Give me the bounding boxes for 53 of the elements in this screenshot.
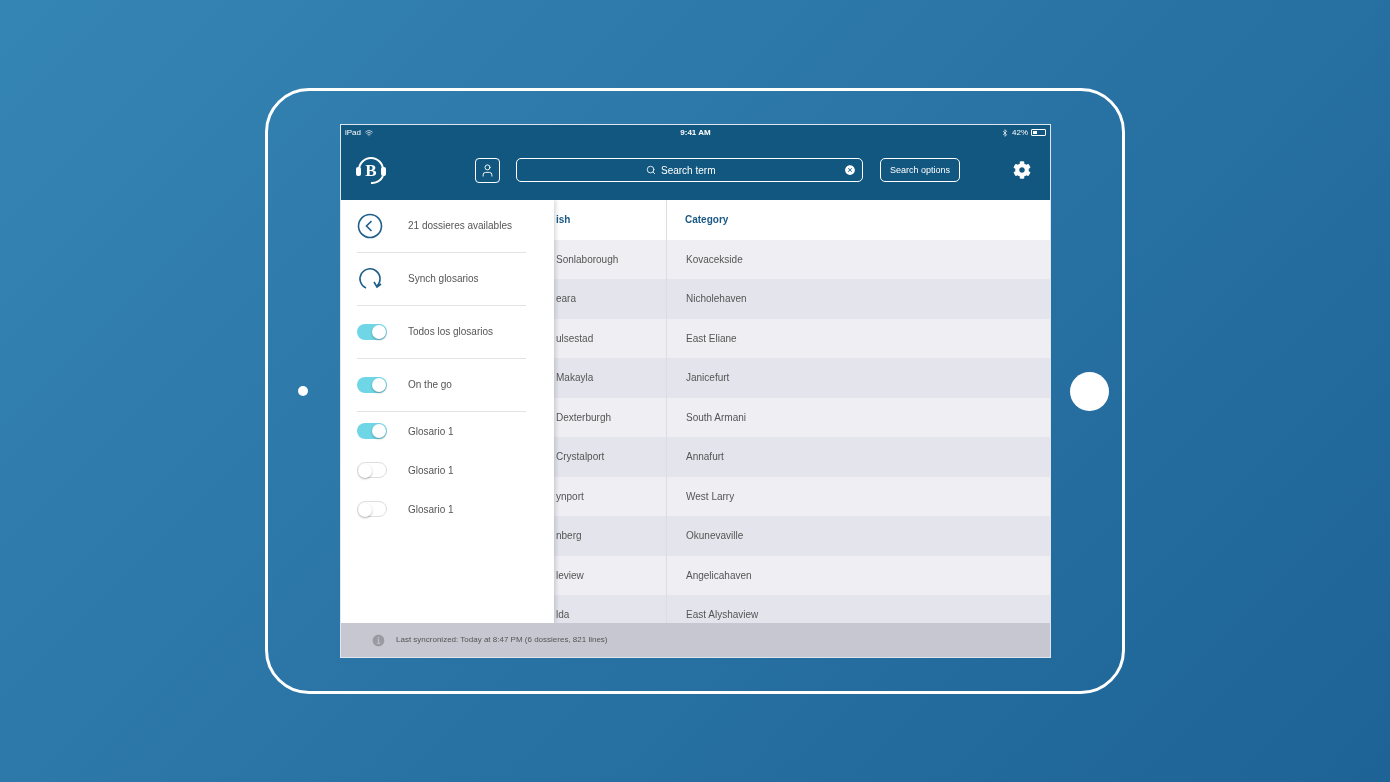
sync-status: Last syncronized: Today at 8:47 PM (6 dossieres, 821 lines)	[396, 634, 608, 647]
table-cell-text: eara	[556, 292, 576, 307]
table-cell-text: Angelicahaven	[686, 568, 752, 583]
toggle-switch[interactable]	[357, 501, 387, 518]
user-icon	[480, 162, 495, 178]
carrier-label: iPad	[345, 126, 361, 139]
toggle-switch[interactable]	[357, 376, 387, 393]
table-cell-text: South Armani	[686, 410, 747, 425]
menu-label[interactable]: Glosario 1	[408, 462, 454, 478]
search-input[interactable]: Search term	[661, 162, 721, 178]
home-button[interactable]	[1070, 371, 1109, 411]
table-cell-text: West Larry	[686, 489, 735, 504]
table-cell-text: East Alyshaview	[686, 608, 759, 623]
table-cell-text: Okunevaville	[686, 529, 744, 544]
menu-label[interactable]: On the go	[408, 377, 452, 393]
column-header: ish	[555, 213, 572, 228]
table-cell-text: ulsestad	[556, 331, 594, 346]
table-cell-text: lda	[556, 608, 570, 623]
table-cell-text: East Eliane	[686, 331, 737, 346]
back-icon[interactable]	[357, 212, 383, 239]
table-cell-text: Crystalport	[556, 450, 605, 465]
table-cell-text: leview	[556, 568, 584, 583]
battery-icon	[1031, 129, 1046, 137]
table-cell-text: Dexterburgh	[556, 410, 612, 425]
menu-label[interactable]: Glosario 1	[408, 501, 454, 517]
table-cell-text: Sonlaborough	[556, 252, 619, 267]
search-field[interactable]: Search term	[516, 158, 863, 183]
menu-label[interactable]: Glosario 1	[408, 423, 454, 439]
toggle-switch[interactable]	[357, 323, 387, 340]
table-cell-text: nberg	[556, 529, 582, 544]
settings-icon[interactable]	[1013, 161, 1031, 180]
status-time: 9:41 AM	[679, 126, 712, 139]
sync-icon[interactable]	[357, 265, 383, 292]
toggle-switch[interactable]	[357, 423, 387, 440]
table-cell-text: Annafurt	[686, 450, 724, 465]
table-cell-text: Nicholehaven	[686, 292, 747, 307]
menu-label[interactable]: 21 dossieres availables	[408, 218, 512, 234]
table-cell-text: Janicefurt	[686, 371, 730, 386]
clear-icon[interactable]	[844, 164, 856, 177]
table-cell-text: Makayla	[556, 371, 594, 386]
info-icon	[371, 632, 386, 648]
wifi-icon	[365, 128, 373, 137]
column-header: Category	[666, 199, 1050, 240]
profile-button[interactable]	[475, 157, 500, 183]
toggle-switch[interactable]	[357, 462, 387, 479]
search-icon	[646, 165, 656, 176]
table-cell-text: Kovacekside	[686, 252, 743, 267]
battery-percent: 42%	[1012, 126, 1028, 139]
table-cell-text: ynport	[556, 489, 584, 504]
menu-label[interactable]: Todos los glosarios	[408, 324, 494, 340]
bluetooth-icon	[1001, 128, 1009, 137]
logo-letter: B	[365, 161, 377, 179]
search-options-button[interactable]: Search options	[880, 158, 960, 183]
